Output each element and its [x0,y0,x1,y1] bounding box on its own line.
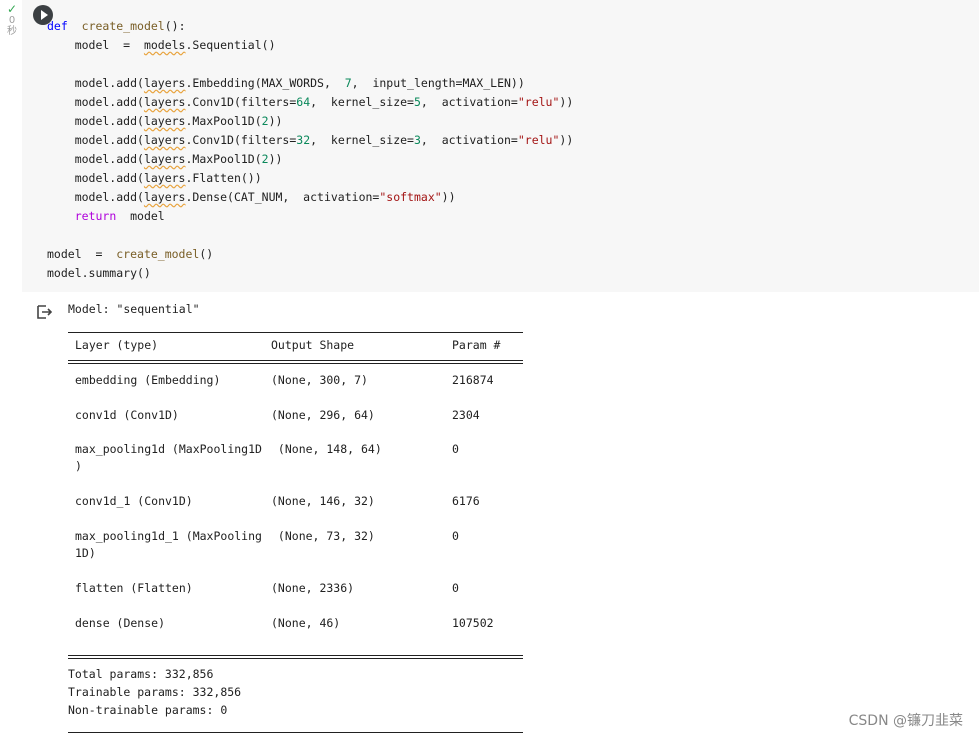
trainable-params: Trainable params: 332,856 [68,685,242,699]
code-line[interactable]: model.add(layers.MaxPool1D(2)) [47,150,283,169]
output-shape: (None, 148, 64) [271,442,382,456]
layer-name: embedding (Embedding) [75,373,221,387]
code-line[interactable]: def create_model(): [47,17,186,36]
header-param-count: Param # [452,338,501,352]
layer-name: max_pooling1d (MaxPooling1D [75,442,262,456]
success-check-icon: ✓ [6,2,18,16]
code-line[interactable]: model = create_model() [47,245,213,264]
output-shape: (None, 2336) [271,581,355,595]
layer-name: conv1d (Conv1D) [75,408,179,422]
header-double-rule [68,360,523,364]
output-shape: (None, 73, 32) [271,529,375,543]
param-count: 0 [452,529,459,543]
param-count: 0 [452,442,459,456]
table-bottom-rule [68,655,523,659]
layer-name: max_pooling1d_1 (MaxPooling [75,529,262,543]
output-shape: (None, 46) [271,616,341,630]
layer-name: flatten (Flatten) [75,581,193,595]
execution-status: ✓ 0 秒 [4,2,20,37]
layer-name: conv1d_1 (Conv1D) [75,494,193,508]
layer-name-wrap: ) [75,459,82,473]
code-line[interactable]: return model [47,207,165,226]
watermark: CSDN @镰刀韭菜 [848,713,963,729]
total-params: Total params: 332,856 [68,667,214,681]
param-count: 6176 [452,494,480,508]
output-shape: (None, 146, 32) [271,494,375,508]
header-layer: Layer (type) [75,338,159,352]
param-count: 216874 [452,373,494,387]
layer-name-wrap: 1D) [75,546,96,560]
code-line[interactable]: model.summary() [47,264,151,283]
param-count: 2304 [452,408,480,422]
code-line[interactable]: model.add(layers.Dense(CAT_NUM, activati… [47,188,456,207]
layer-name: dense (Dense) [75,616,166,630]
code-line[interactable]: model.add(layers.Embedding(MAX_WORDS, 7,… [47,74,525,93]
table-top-rule [68,332,523,333]
output-redirect-icon[interactable] [35,303,53,321]
output-shape: (None, 296, 64) [271,408,375,422]
code-line[interactable]: model = models.Sequential() [47,36,276,55]
model-title: Model: "sequential" [68,302,200,316]
output-shape: (None, 300, 7) [271,373,368,387]
param-count: 0 [452,581,459,595]
table-end-rule [68,732,523,733]
param-count: 107502 [452,616,494,630]
code-line[interactable]: model.add(layers.Flatten()) [47,169,262,188]
code-line[interactable]: model.add(layers.Conv1D(filters=32, kern… [47,131,574,150]
header-output-shape: Output Shape [271,338,355,352]
code-line[interactable]: model.add(layers.Conv1D(filters=64, kern… [47,93,574,112]
execution-time-unit: 秒 [7,26,17,37]
non-trainable-params: Non-trainable params: 0 [68,703,228,717]
execution-count: 0 [8,15,16,26]
code-line[interactable]: model.add(layers.MaxPool1D(2)) [47,112,283,131]
